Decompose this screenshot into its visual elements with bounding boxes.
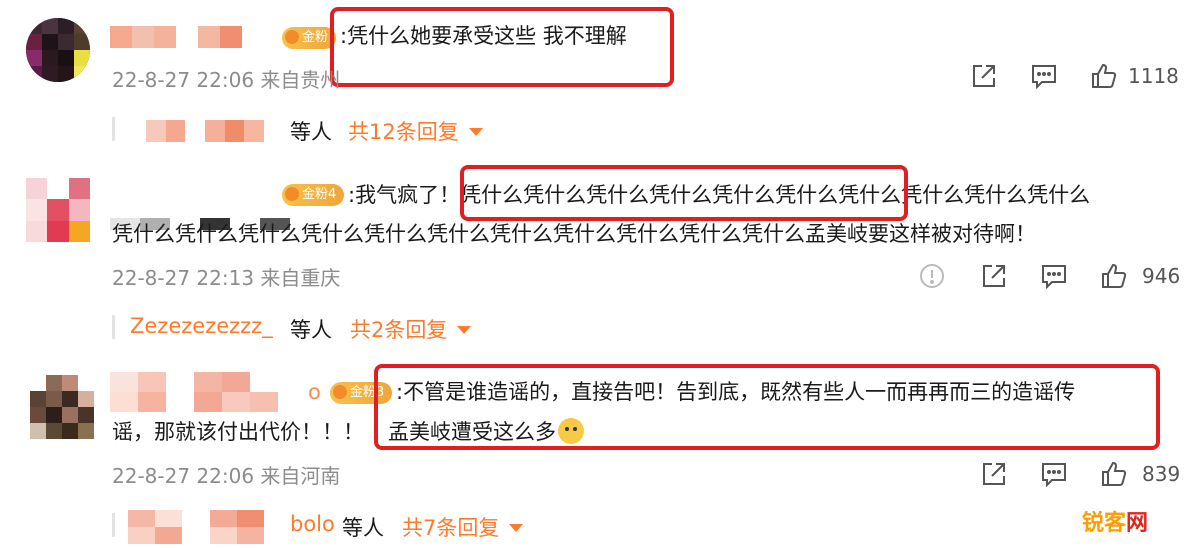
chevron-down-icon — [509, 524, 524, 532]
highlight-box — [374, 364, 1160, 450]
watermark-text-a: 锐客 — [1082, 511, 1127, 536]
view-replies-link[interactable]: 共12条回复 — [348, 116, 483, 146]
badge-label: 金粉4 — [302, 187, 337, 202]
view-replies-link[interactable]: 共2条回复 — [350, 314, 472, 344]
reply-link-label: 共12条回复 — [348, 120, 459, 144]
share-icon[interactable] — [980, 460, 1008, 488]
comment-text-line2: 凭什么凭什么凭什么凭什么凭什么凭什么凭什么凭什么凭什么凭什么凭什么孟美岐要这样被… — [112, 222, 1036, 246]
reply-by: 等人 — [342, 516, 384, 540]
badge-label: 金粉 — [302, 30, 329, 45]
fan-badge: 金粉4 — [282, 184, 345, 206]
comment-text-line2a: 谣，那就该付出代价！！！ — [112, 420, 364, 444]
share-icon[interactable] — [980, 262, 1008, 290]
username-mosaic[interactable] — [110, 372, 306, 412]
reply-divider — [112, 117, 115, 141]
comment-icon[interactable] — [1030, 62, 1058, 90]
view-replies-link[interactable]: 共7条回复 — [402, 512, 524, 542]
crown-icon — [285, 187, 299, 201]
chevron-down-icon — [468, 128, 483, 136]
highlight-box — [330, 7, 674, 87]
highlight-box — [460, 165, 908, 221]
comment-meta: 22-8-27 22:06 来自河南 — [112, 464, 341, 488]
reply-by: 等人 — [290, 318, 332, 342]
reply-link-label: 共2条回复 — [350, 318, 448, 342]
site-watermark: 锐客网 — [1082, 505, 1148, 537]
share-icon[interactable] — [970, 62, 998, 90]
crown-icon — [285, 30, 299, 44]
username-mosaic[interactable] — [110, 26, 242, 48]
reply-divider — [112, 315, 115, 339]
like-icon[interactable] — [1100, 262, 1128, 290]
reply-link-label: 共7条回复 — [402, 516, 500, 540]
like-icon[interactable] — [1100, 460, 1128, 488]
watermark-text-b: 网 — [1126, 511, 1149, 536]
like-count: 839 — [1142, 462, 1181, 486]
reply-users-mosaic[interactable] — [146, 120, 264, 142]
crown-icon — [333, 385, 347, 399]
reply-user-link[interactable]: bolo — [290, 512, 335, 536]
fan-badge: 金粉 — [282, 27, 337, 49]
report-icon[interactable] — [918, 262, 946, 290]
comment-meta: 22-8-27 22:06 来自贵州 — [112, 68, 341, 92]
reply-divider — [112, 513, 115, 537]
username-suffix: o — [308, 380, 321, 404]
like-count: 1118 — [1128, 64, 1179, 88]
comment-icon[interactable] — [1040, 262, 1068, 290]
reply-users-mosaic[interactable] — [128, 510, 264, 544]
avatar[interactable] — [26, 178, 90, 242]
like-icon[interactable] — [1090, 62, 1118, 90]
comment-icon[interactable] — [1040, 460, 1068, 488]
like-count: 946 — [1142, 264, 1181, 288]
comment-meta: 22-8-27 22:13 来自重庆 — [112, 266, 341, 290]
reply-by: 等人 — [290, 120, 332, 144]
avatar[interactable] — [30, 375, 94, 439]
avatar[interactable] — [26, 18, 90, 82]
reply-user-link[interactable]: Zezezezezzz_ — [130, 314, 273, 338]
chevron-down-icon — [457, 326, 472, 334]
